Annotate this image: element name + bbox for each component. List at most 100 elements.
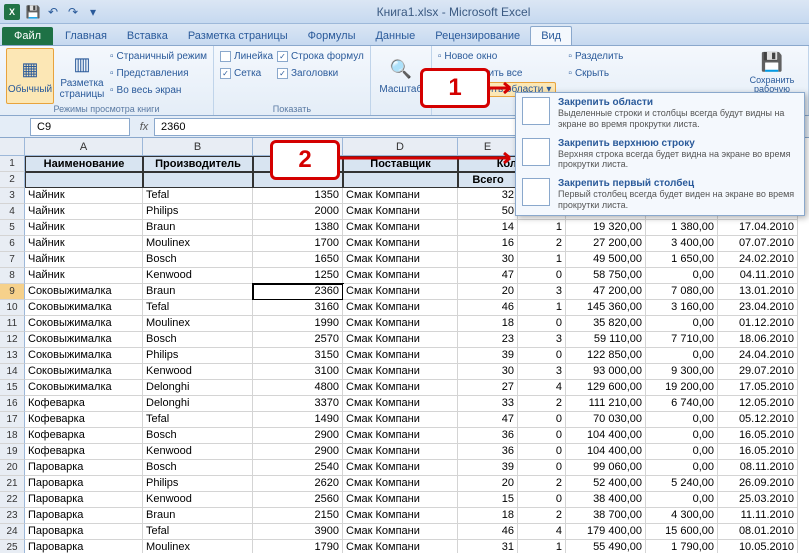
cell[interactable]: 52 400,00	[566, 476, 646, 492]
cell[interactable]: 46	[458, 524, 518, 540]
cell[interactable]: 2150	[253, 508, 343, 524]
cell[interactable]: 3	[518, 332, 566, 348]
cell[interactable]: 18.06.2010	[718, 332, 798, 348]
cell[interactable]: 23.04.2010	[718, 300, 798, 316]
cell[interactable]: 16.05.2010	[718, 428, 798, 444]
cell[interactable]: Смак Компани	[343, 508, 458, 524]
row-header[interactable]: 9	[0, 284, 25, 300]
cell[interactable]: 17.05.2010	[718, 380, 798, 396]
cell[interactable]: Смак Компани	[343, 204, 458, 220]
cell[interactable]: Пароварка	[25, 492, 143, 508]
cell[interactable]: Смак Компани	[343, 444, 458, 460]
cell[interactable]: 0,00	[646, 444, 718, 460]
cell[interactable]: 2540	[253, 460, 343, 476]
cell[interactable]: 11.11.2010	[718, 508, 798, 524]
cell[interactable]: 0,00	[646, 316, 718, 332]
cell[interactable]: Смак Компани	[343, 476, 458, 492]
row-header[interactable]: 21	[0, 476, 25, 492]
cell[interactable]: Соковыжималка	[25, 300, 143, 316]
undo-icon[interactable]: ↶	[44, 3, 62, 21]
cell[interactable]: Philips	[143, 348, 253, 364]
cell[interactable]: Смак Компани	[343, 396, 458, 412]
normal-view-button[interactable]: ▦ Обычный	[6, 48, 54, 104]
row-header[interactable]: 5	[0, 220, 25, 236]
cell[interactable]: 15 600,00	[646, 524, 718, 540]
cell[interactable]: 1250	[253, 268, 343, 284]
cell[interactable]: 0	[518, 268, 566, 284]
cell[interactable]: 08.01.2010	[718, 524, 798, 540]
cell[interactable]: Чайник	[25, 204, 143, 220]
cell[interactable]: 5 240,00	[646, 476, 718, 492]
cell[interactable]: 2000	[253, 204, 343, 220]
cell[interactable]: 50	[458, 204, 518, 220]
cell[interactable]: 46	[458, 300, 518, 316]
cell[interactable]: Kenwood	[143, 444, 253, 460]
cell[interactable]: 3 400,00	[646, 236, 718, 252]
cell[interactable]: 3	[518, 364, 566, 380]
cell[interactable]: Соковыжималка	[25, 316, 143, 332]
new-window-button[interactable]: ▫Новое окно	[438, 48, 557, 64]
cell[interactable]: 31	[458, 540, 518, 553]
cell[interactable]: 30	[458, 364, 518, 380]
freeze-first-col-item[interactable]: Закрепить первый столбец Первый столбец …	[516, 174, 804, 215]
cell[interactable]: Кофеварка	[25, 396, 143, 412]
cell[interactable]: Смак Компани	[343, 460, 458, 476]
cell[interactable]: 26.09.2010	[718, 476, 798, 492]
cell[interactable]: 4	[518, 524, 566, 540]
cell[interactable]: Пароварка	[25, 508, 143, 524]
cell[interactable]: 1	[518, 300, 566, 316]
cell[interactable]: 145 360,00	[566, 300, 646, 316]
row-header[interactable]: 25	[0, 540, 25, 553]
col-header-a[interactable]: A	[25, 138, 143, 156]
cell[interactable]: 9 300,00	[646, 364, 718, 380]
cell[interactable]: Смак Компани	[343, 540, 458, 553]
cell[interactable]: 3160	[253, 300, 343, 316]
zoom-button[interactable]: 🔍 Масштаб	[377, 48, 425, 104]
cell[interactable]: 36	[458, 428, 518, 444]
cell[interactable]: Соковыжималка	[25, 364, 143, 380]
cell[interactable]: 1990	[253, 316, 343, 332]
row-header[interactable]: 18	[0, 428, 25, 444]
cell[interactable]: Kenwood	[143, 364, 253, 380]
cell[interactable]: 39	[458, 460, 518, 476]
row-header[interactable]: 6	[0, 236, 25, 252]
cell[interactable]: 58 750,00	[566, 268, 646, 284]
cell[interactable]: Kenwood	[143, 268, 253, 284]
tab-pagelayout[interactable]: Разметка страницы	[178, 27, 298, 45]
row-header[interactable]: 1	[0, 156, 25, 172]
cell[interactable]: Пароварка	[25, 460, 143, 476]
cell[interactable]: Moulinex	[143, 540, 253, 553]
cell[interactable]: 1650	[253, 252, 343, 268]
cell[interactable]: Moulinex	[143, 316, 253, 332]
cell[interactable]: 49 500,00	[566, 252, 646, 268]
cell[interactable]: 0,00	[646, 492, 718, 508]
row-header[interactable]: 17	[0, 412, 25, 428]
cell[interactable]: Bosch	[143, 460, 253, 476]
cell[interactable]: 2360	[253, 284, 343, 300]
cell[interactable]: 111 210,00	[566, 396, 646, 412]
cell[interactable]: 0	[518, 412, 566, 428]
cell[interactable]: Пароварка	[25, 540, 143, 553]
cell[interactable]: Tefal	[143, 300, 253, 316]
tab-view[interactable]: Вид	[530, 26, 572, 45]
cell[interactable]: 36	[458, 444, 518, 460]
cell[interactable]: Bosch	[143, 332, 253, 348]
row-header[interactable]: 8	[0, 268, 25, 284]
cell[interactable]: 07.07.2010	[718, 236, 798, 252]
cell[interactable]: Delonghi	[143, 380, 253, 396]
cell[interactable]: 1	[518, 252, 566, 268]
cell[interactable]: 33	[458, 396, 518, 412]
cell[interactable]: Кофеварка	[25, 444, 143, 460]
cell[interactable]: Braun	[143, 508, 253, 524]
cell[interactable]: Bosch	[143, 252, 253, 268]
cell[interactable]: Tefal	[143, 412, 253, 428]
save-icon[interactable]: 💾	[24, 3, 42, 21]
cell[interactable]: 122 850,00	[566, 348, 646, 364]
cell[interactable]: Смак Компани	[343, 332, 458, 348]
cell[interactable]: 39	[458, 348, 518, 364]
cell[interactable]: Соковыжималка	[25, 348, 143, 364]
row-header[interactable]: 23	[0, 508, 25, 524]
cell[interactable]: Philips	[143, 204, 253, 220]
row-header[interactable]: 4	[0, 204, 25, 220]
cell[interactable]: 2560	[253, 492, 343, 508]
